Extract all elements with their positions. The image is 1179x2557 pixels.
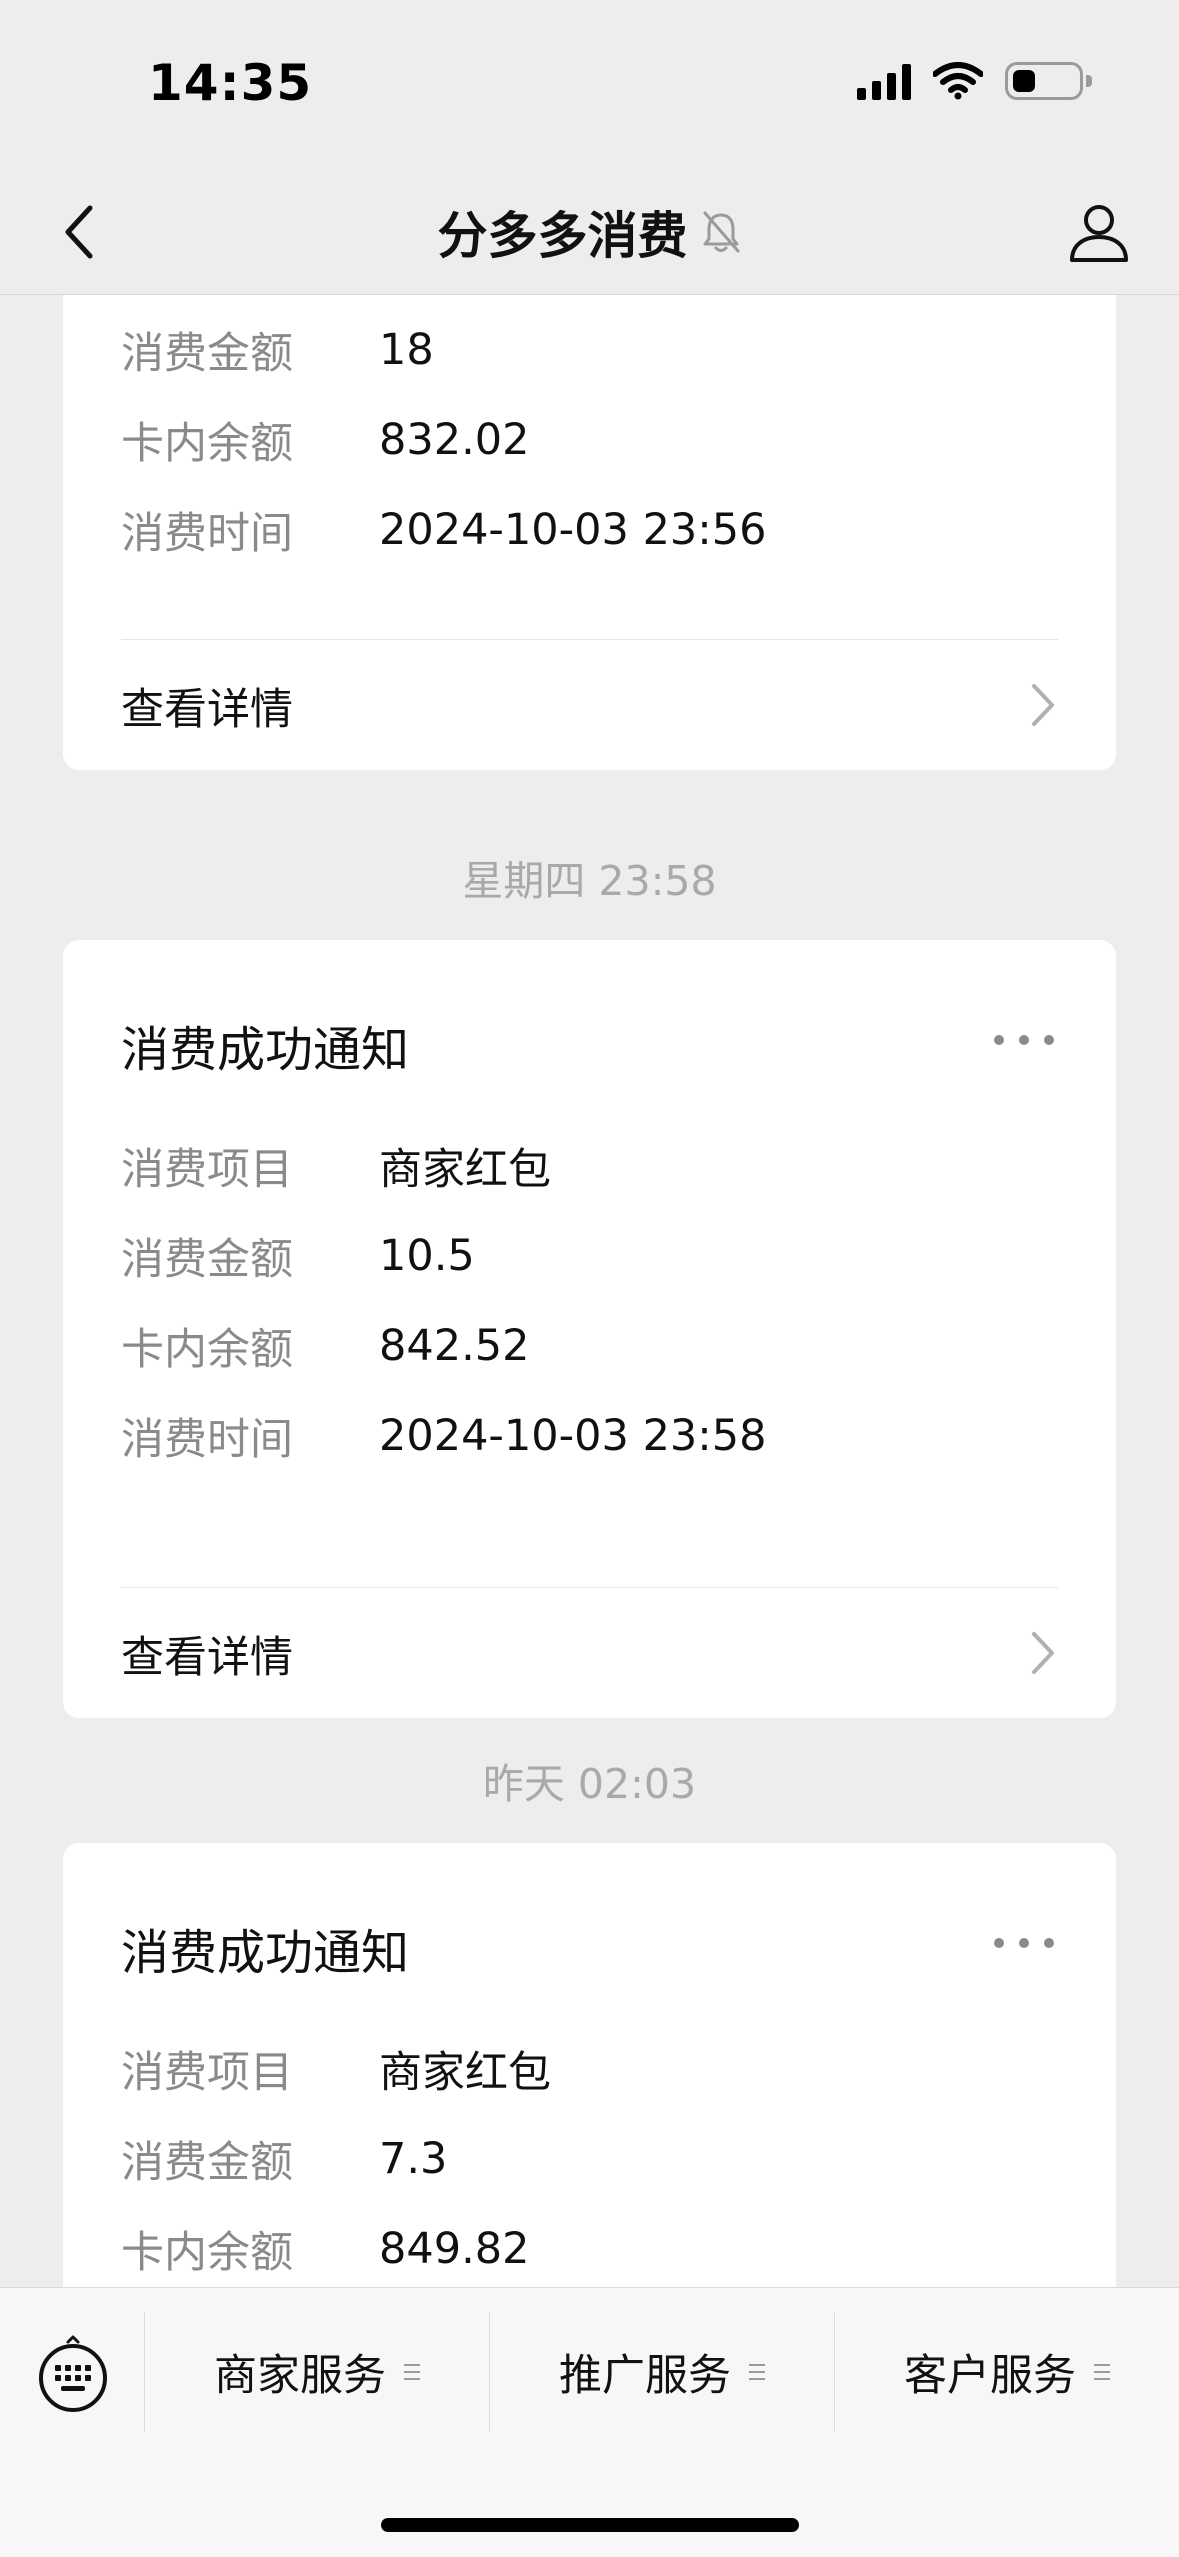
- row-value: 18: [379, 325, 434, 375]
- row-label: 消费金额: [121, 2138, 293, 2188]
- menu-item-label: 推广服务: [559, 2351, 731, 2401]
- profile-button[interactable]: [1059, 192, 1139, 272]
- row-label: 消费金额: [121, 329, 293, 379]
- nav-title-group: 分多多消费: [0, 196, 1179, 268]
- row-value: 10.5: [379, 1231, 475, 1281]
- status-icons: [857, 62, 1092, 100]
- menu-item-label: 客户服务: [904, 2351, 1076, 2401]
- info-row: 卡内余额 849.82: [121, 2219, 1058, 2279]
- info-row: 消费时间 2024-10-03 23:56: [121, 500, 1058, 560]
- row-value: 849.82: [379, 2224, 530, 2274]
- status-bar: 14:35: [0, 0, 1179, 170]
- row-label: 卡内余额: [121, 1325, 293, 1375]
- person-icon: [1070, 205, 1128, 262]
- chevron-right-icon: [1032, 684, 1054, 726]
- battery-level: [1013, 70, 1035, 92]
- menu-item-merchant-services[interactable]: 商家服务: [145, 2312, 489, 2432]
- info-row: 消费金额 10.5: [121, 1226, 1058, 1286]
- menu-lines-icon: [404, 2364, 420, 2380]
- chevron-right-icon: [1032, 1632, 1054, 1674]
- message-feed[interactable]: 消费金额 18 卡内余额 832.02 消费时间 2024-10-03 23:5…: [0, 295, 1179, 2287]
- row-value: 2024-10-03 23:58: [379, 1411, 767, 1461]
- ellipsis-icon: [994, 1938, 1004, 1948]
- info-row: 消费金额 7.3: [121, 2129, 1058, 2189]
- view-details-label: 查看详情: [121, 1633, 293, 1683]
- more-options-button[interactable]: [994, 1923, 1054, 1963]
- home-indicator[interactable]: [381, 2518, 799, 2532]
- notification-card: 消费成功通知 消费项目 商家红包 消费金额 7.3 卡内余额 849.82: [63, 1843, 1116, 2287]
- keyboard-icon: [39, 2335, 107, 2412]
- page-title: 分多多消费: [437, 207, 688, 265]
- info-row: 消费金额 18: [121, 320, 1058, 380]
- row-label: 卡内余额: [121, 419, 293, 469]
- message-timestamp: 星期四 23:58: [462, 857, 717, 905]
- card-title: 消费成功通知: [121, 1022, 410, 1078]
- view-details-link[interactable]: 查看详情: [63, 1588, 1116, 1718]
- row-label: 消费项目: [121, 2048, 293, 2098]
- menu-lines-icon: [749, 2364, 765, 2380]
- info-row: 卡内余额 842.52: [121, 1316, 1058, 1376]
- ellipsis-icon: [994, 1035, 1004, 1045]
- notification-card: 消费金额 18 卡内余额 832.02 消费时间 2024-10-03 23:5…: [63, 295, 1116, 770]
- row-label: 消费时间: [121, 509, 293, 559]
- row-value: 商家红包: [379, 1145, 551, 1195]
- message-timestamp: 昨天 02:03: [482, 1760, 697, 1808]
- row-value: 商家红包: [379, 2048, 551, 2098]
- cellular-signal-icon: [857, 62, 911, 100]
- row-label: 消费项目: [121, 1145, 293, 1195]
- service-menu-bar: 商家服务 推广服务 客户服务: [0, 2287, 1179, 2557]
- row-value: 832.02: [379, 415, 530, 465]
- row-label: 消费金额: [121, 1235, 293, 1285]
- info-row: 消费项目 商家红包: [121, 1136, 1058, 1196]
- wifi-icon: [933, 62, 983, 100]
- status-time: 14:35: [148, 54, 313, 112]
- row-label: 消费时间: [121, 1415, 293, 1465]
- view-details-label: 查看详情: [121, 685, 293, 735]
- more-options-button[interactable]: [994, 1020, 1054, 1060]
- keyboard-toggle-button[interactable]: [34, 2328, 112, 2418]
- info-row: 卡内余额 832.02: [121, 410, 1058, 470]
- nav-bar: 分多多消费: [0, 170, 1179, 295]
- row-value: 842.52: [379, 1321, 530, 1371]
- info-row: 消费项目 商家红包: [121, 2039, 1058, 2099]
- row-value: 7.3: [379, 2134, 448, 2184]
- bell-off-icon: [703, 211, 739, 253]
- menu-item-label: 商家服务: [214, 2351, 386, 2401]
- battery-icon: [1005, 62, 1092, 100]
- notification-card: 消费成功通知 消费项目 商家红包 消费金额 10.5 卡内余额 842.52 消…: [63, 940, 1116, 1718]
- card-title: 消费成功通知: [121, 1925, 410, 1981]
- row-label: 卡内余额: [121, 2228, 293, 2278]
- row-value: 2024-10-03 23:56: [379, 505, 767, 555]
- menu-item-customer-services[interactable]: 客户服务: [835, 2312, 1179, 2432]
- menu-lines-icon: [1094, 2364, 1110, 2380]
- view-details-link[interactable]: 查看详情: [63, 640, 1116, 770]
- info-row: 消费时间 2024-10-03 23:58: [121, 1406, 1058, 1466]
- menu-item-promotion-services[interactable]: 推广服务: [490, 2312, 834, 2432]
